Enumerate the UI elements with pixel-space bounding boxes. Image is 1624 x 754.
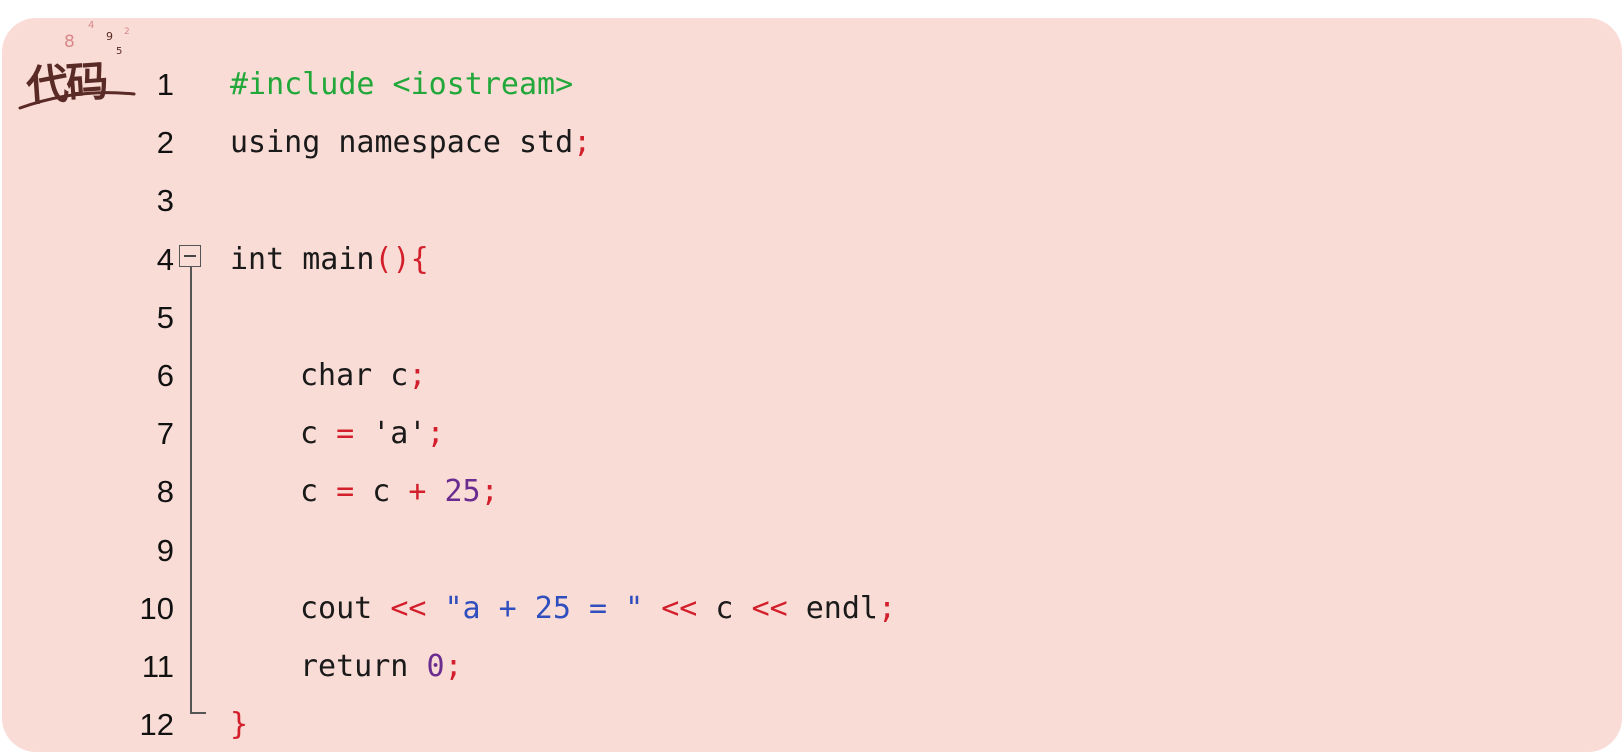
code-token: <<	[390, 590, 427, 626]
code-panel: 8 4 9 5 2 代码 1 #include <iostream> 2 using …	[2, 18, 1622, 752]
code-line: 4 int main(){	[2, 231, 1622, 289]
code-line: 5	[2, 289, 1622, 347]
logo-digit: 2	[124, 27, 130, 37]
code-token: =	[336, 474, 355, 510]
code-block: 1 #include <iostream> 2 using namespace std…	[2, 56, 1622, 754]
line-number: 11	[141, 648, 174, 684]
line-number: 6	[156, 357, 174, 393]
code-text: }	[230, 696, 248, 754]
code-line: 3	[2, 172, 1622, 230]
code-line: 7 c = 'a';	[2, 405, 1622, 463]
code-token: endl	[787, 590, 878, 626]
line-number: 12	[139, 707, 174, 743]
code-line: 8 c = c + 25;	[2, 463, 1622, 521]
code-token: }	[230, 707, 249, 743]
line-number: 7	[156, 416, 174, 452]
code-token: char c	[300, 357, 409, 393]
line-number: 3	[156, 183, 174, 219]
logo-digit: 9	[106, 30, 113, 43]
code-token: ;	[878, 590, 897, 626]
code-line: 12}	[2, 696, 1622, 754]
code-token: 'a'	[354, 416, 427, 452]
code-token: return	[300, 648, 427, 684]
line-number: 4	[156, 241, 174, 277]
code-token: ;	[408, 357, 427, 393]
line-number: 5	[156, 299, 174, 335]
code-token: using namespace std	[230, 125, 574, 161]
code-text: return 0;	[230, 638, 463, 696]
code-text: char c;	[230, 347, 426, 405]
code-text: #include <iostream>	[230, 56, 573, 114]
line-number: 1	[156, 67, 174, 102]
code-token: c	[354, 474, 409, 510]
line-number: 10	[139, 590, 174, 626]
logo-digit: 4	[88, 20, 94, 31]
code-token: c	[300, 416, 337, 452]
code-token: #include <iostream>	[230, 67, 574, 102]
code-token: ;	[444, 648, 463, 684]
code-token: 0	[426, 648, 445, 684]
code-line: 10 cout << "a + 25 = " << c << endl;	[2, 580, 1622, 638]
code-token: <<	[751, 590, 788, 626]
code-text: using namespace std;	[230, 114, 591, 172]
code-token: (){	[374, 241, 429, 277]
code-token: c	[697, 590, 752, 626]
code-text: c = 'a';	[230, 405, 445, 463]
code-line: 1 #include <iostream>	[2, 56, 1622, 114]
code-line: 11 return 0;	[2, 638, 1622, 696]
code-token: =	[336, 416, 355, 452]
code-line: 6 char c;	[2, 347, 1622, 405]
code-token: ;	[480, 474, 499, 510]
code-token: cout	[300, 590, 391, 626]
code-token: ;	[573, 125, 592, 161]
code-line: 2 using namespace std;	[2, 114, 1622, 172]
code-token: ;	[426, 416, 445, 452]
code-text: cout << "a + 25 = " << c << endl;	[230, 580, 896, 638]
code-token: <<	[661, 590, 698, 626]
code-text: c = c + 25;	[230, 463, 499, 521]
line-number: 8	[156, 474, 174, 510]
code-token: 25	[444, 474, 481, 510]
code-token: "a + 25 = "	[444, 590, 644, 626]
code-token: +	[408, 474, 427, 510]
line-number: 9	[156, 532, 174, 568]
code-line: 9	[2, 522, 1622, 580]
code-text: int main(){	[230, 231, 429, 289]
code-token: int main	[230, 241, 375, 277]
code-token: c	[300, 474, 337, 510]
line-number: 2	[156, 125, 174, 161]
